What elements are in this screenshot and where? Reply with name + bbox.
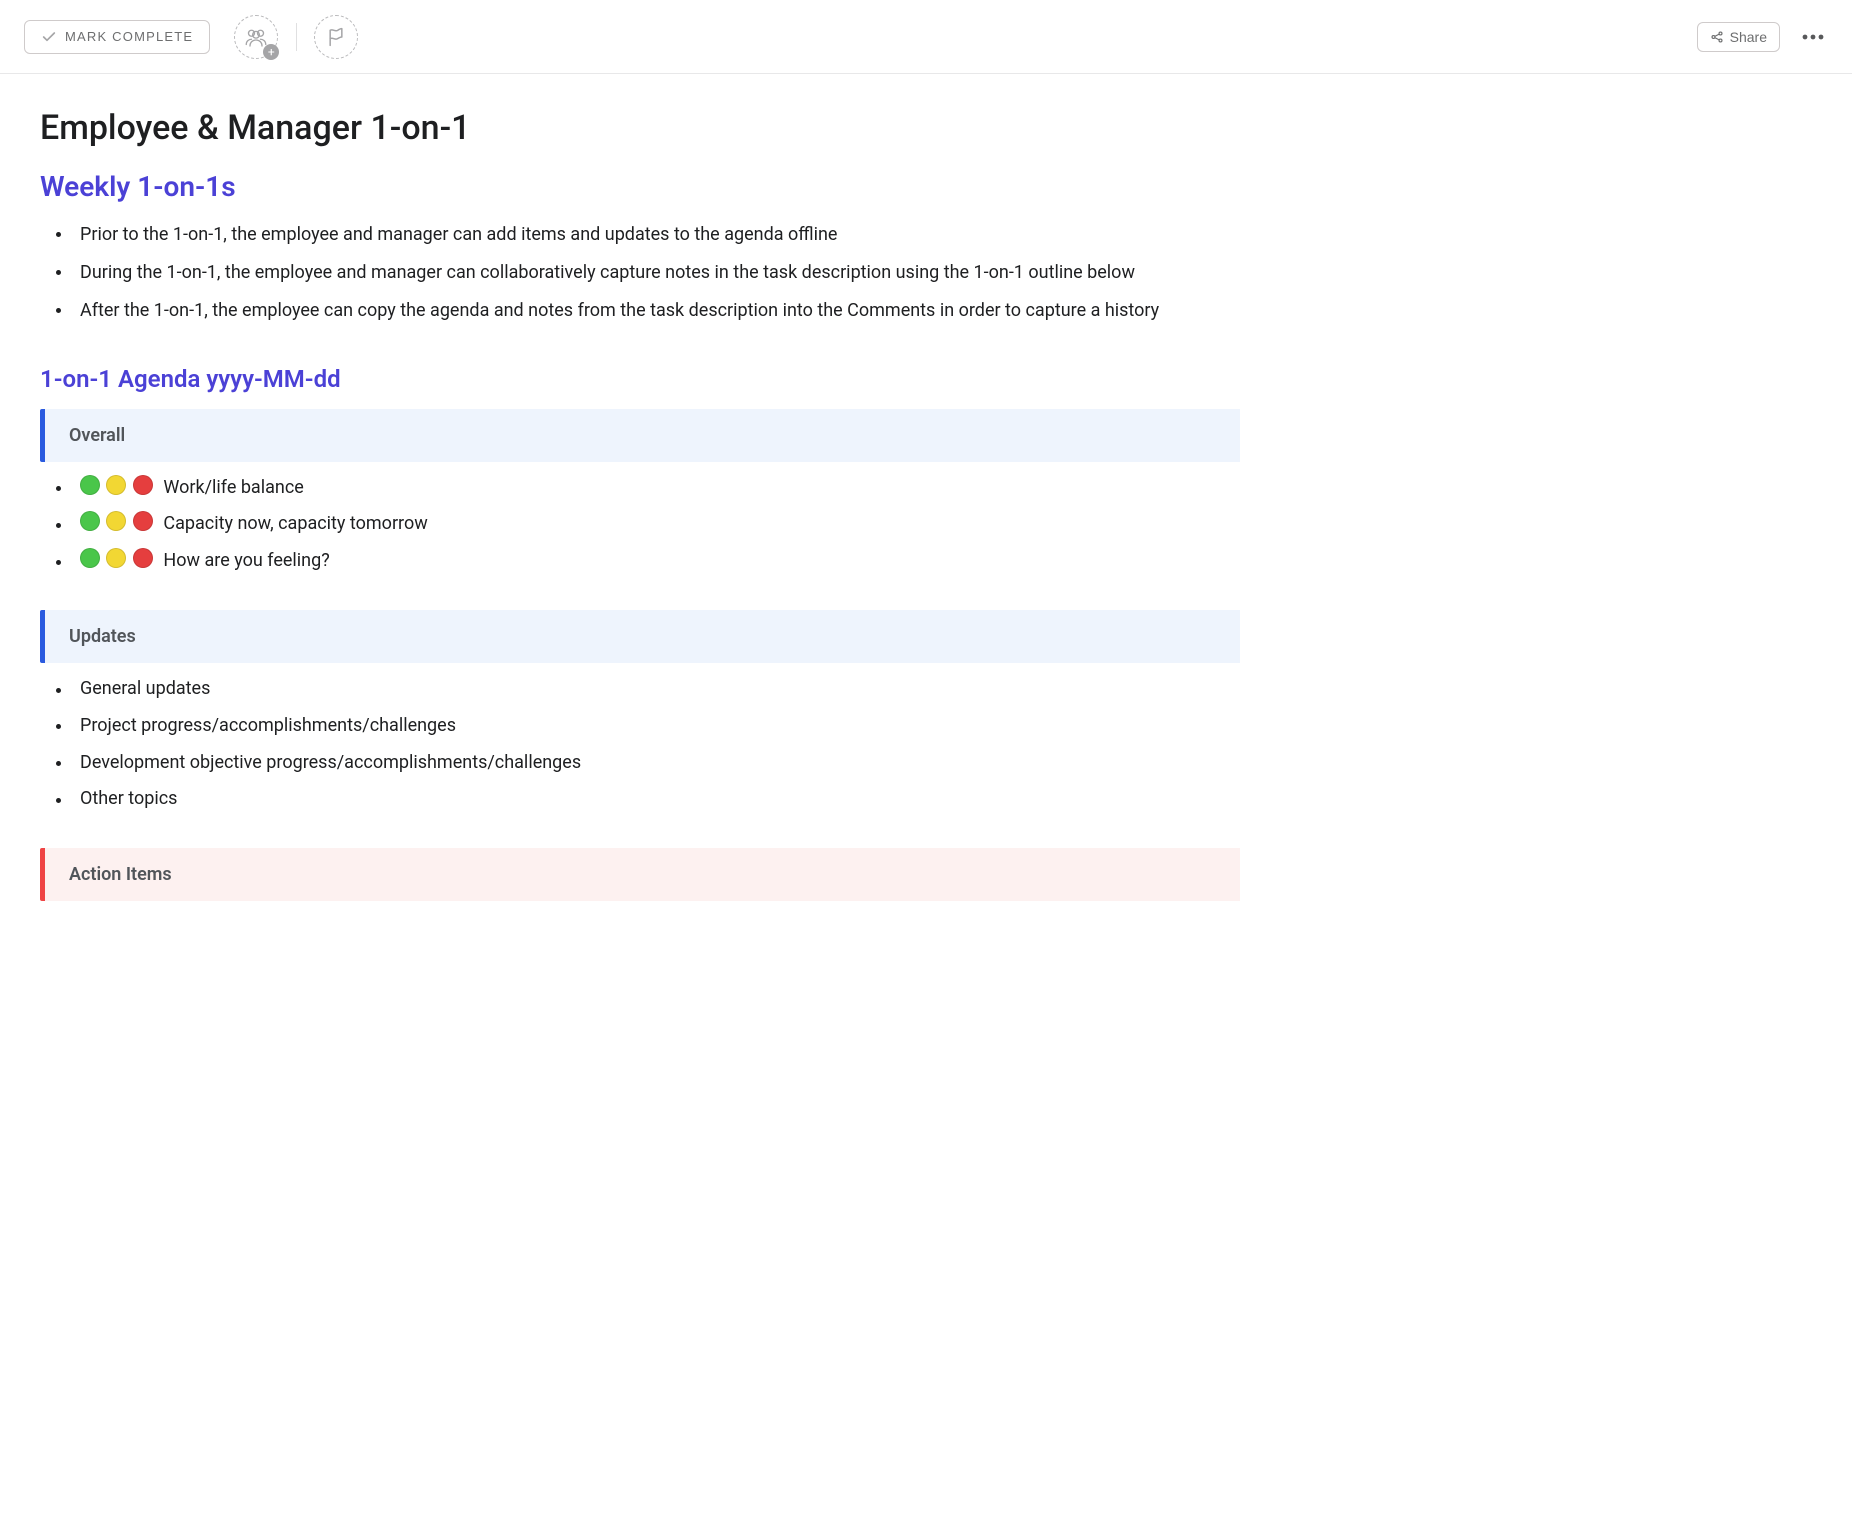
updates-block-header: Updates [40, 610, 1240, 663]
share-icon [1710, 30, 1724, 44]
share-button[interactable]: Share [1697, 22, 1780, 52]
action-items-block-title: Action Items [69, 864, 172, 885]
status-dot-red-icon [133, 511, 153, 531]
overall-block-header: Overall [40, 409, 1240, 462]
add-flag-button[interactable] [314, 15, 358, 59]
status-dot-yellow-icon [106, 475, 126, 495]
overall-item-label: Work/life balance [163, 477, 303, 498]
more-options-button[interactable] [1798, 30, 1828, 44]
check-icon [41, 29, 57, 45]
ellipsis-icon [1802, 34, 1824, 40]
list-item: General updates [66, 675, 1240, 704]
status-dot-yellow-icon [106, 548, 126, 568]
list-item: Project progress/accomplishments/challen… [66, 712, 1240, 741]
status-dot-yellow-icon [106, 511, 126, 531]
list-item: How are you feeling? [66, 547, 1240, 576]
overall-block-title: Overall [69, 425, 125, 446]
add-people-button[interactable]: + [234, 15, 278, 59]
list-item: During the 1-on-1, the employee and mana… [66, 259, 1240, 287]
people-icon [244, 27, 268, 47]
toolbar: MARK COMPLETE + Share [0, 0, 1852, 74]
updates-block-title: Updates [69, 626, 136, 647]
mark-complete-label: MARK COMPLETE [65, 29, 193, 44]
weekly-heading: Weekly 1-on-1s [40, 170, 1240, 203]
overall-item-label: Capacity now, capacity tomorrow [163, 513, 427, 534]
list-item: After the 1-on-1, the employee can copy … [66, 297, 1240, 325]
status-dot-green-icon [80, 548, 100, 568]
list-item: Other topics [66, 785, 1240, 814]
content-area: Employee & Manager 1-on-1 Weekly 1-on-1s… [0, 74, 1280, 973]
overall-item-label: How are you feeling? [163, 550, 329, 571]
agenda-heading: 1-on-1 Agenda yyyy-MM-dd [40, 365, 1240, 393]
list-item: Capacity now, capacity tomorrow [66, 510, 1240, 539]
share-label: Share [1730, 29, 1767, 45]
action-items-block-header: Action Items [40, 848, 1240, 901]
weekly-bullet-list: Prior to the 1-on-1, the employee and ma… [40, 221, 1240, 325]
list-item: Prior to the 1-on-1, the employee and ma… [66, 221, 1240, 249]
overall-list: Work/life balance Capacity now, capacity… [40, 474, 1240, 576]
plus-badge-icon: + [263, 44, 279, 60]
mark-complete-button[interactable]: MARK COMPLETE [24, 20, 210, 54]
status-dot-red-icon [133, 548, 153, 568]
list-item: Development objective progress/accomplis… [66, 749, 1240, 778]
status-dot-red-icon [133, 475, 153, 495]
page-title: Employee & Manager 1-on-1 [40, 108, 1240, 148]
updates-list: General updates Project progress/accompl… [40, 675, 1240, 814]
status-dot-green-icon [80, 475, 100, 495]
status-dot-green-icon [80, 511, 100, 531]
list-item: Work/life balance [66, 474, 1240, 503]
flag-icon [326, 26, 346, 48]
